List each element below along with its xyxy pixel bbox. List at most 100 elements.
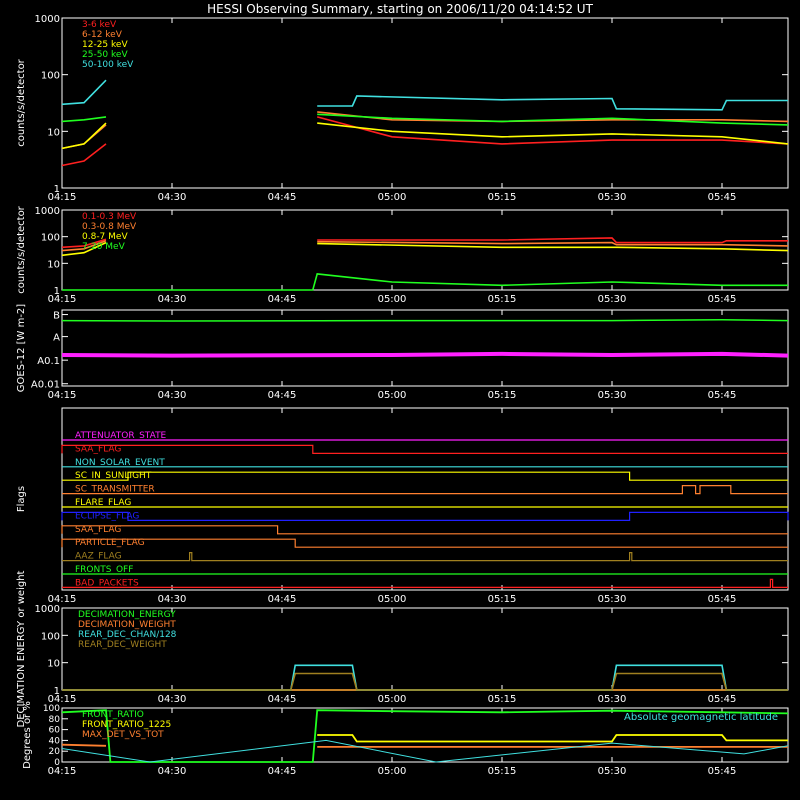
p1-legend-2: 12-25 keV [82, 40, 128, 50]
p3-xtick-label: 04:15 [48, 390, 77, 401]
p1-legend-1: 6-12 keV [82, 30, 123, 40]
p6-ytick-label: 40 [49, 736, 61, 746]
p1-ytick-label: 10 [47, 127, 60, 138]
p5-ytick-label: 10 [47, 659, 60, 670]
p1-series-1 [61, 111, 789, 150]
p4-flag-label-0: ATTENUATOR_STATE [75, 431, 167, 441]
p5-xtick-label: 05:00 [378, 694, 407, 705]
p1-series-4 [61, 79, 788, 111]
p1-xtick-label: 05:15 [488, 192, 517, 203]
p6-xtick-label: 05:45 [708, 766, 737, 777]
p6-xtick-label: 04:45 [268, 766, 297, 777]
p1-series-0 [61, 116, 789, 167]
p1-ytick-label: 1 [54, 184, 60, 195]
p2-xtick-label: 05:45 [708, 294, 737, 305]
p6-series-2 [61, 743, 788, 748]
p4-xtick-label: 04:30 [158, 594, 187, 605]
p3-xtick-label: 04:30 [158, 390, 187, 401]
p4-flag-label-3: SC_IN_SUNLIGHT [75, 471, 152, 481]
p3-xtick-label: 05:30 [598, 390, 627, 401]
p4-flag-4 [62, 485, 788, 495]
p4-xtick-label: 05:00 [378, 594, 407, 605]
p5-series-3 [62, 672, 788, 691]
p2-xtick-label: 04:45 [268, 294, 297, 305]
p6-annotation: Absolute geomagnetic latitude [624, 712, 778, 723]
p2-ytick-label: 100 [41, 233, 60, 244]
p4-flag-label-2: NON_SOLAR_EVENT [75, 458, 165, 468]
p6-ytick-label: 60 [49, 726, 61, 736]
p1-ytick-label: 100 [41, 71, 60, 82]
p4-flag-label-9: AAZ_FLAG [75, 552, 122, 562]
p5-xtick-label: 05:45 [708, 694, 737, 705]
p2-legend-3: 7-20 MeV [82, 242, 126, 252]
p6-xtick-label: 05:15 [488, 766, 517, 777]
p1-xtick-label: 04:15 [48, 192, 77, 203]
p4-flag-8 [61, 538, 788, 548]
p4-flag-label-8: PARTICLE_FLAG [75, 538, 145, 548]
p5-legend-3: REAR_DEC_WEIGHT [78, 640, 167, 650]
p4-flag-1 [61, 444, 788, 454]
p2-xtick-label: 04:15 [48, 294, 77, 305]
chart-title: HESSI Observing Summary, starting on 200… [207, 2, 593, 16]
p3-ylabel: GOES-12 [W m-2] [16, 304, 27, 392]
p2-xtick-label: 05:30 [598, 294, 627, 305]
p6-legend-2: MAX_DET_VS_TOT [82, 730, 164, 740]
p4-flag-label-11: BAD_PACKETS [75, 578, 139, 588]
p5-ytick-label: 1 [54, 686, 60, 697]
p2-xtick-label: 05:00 [378, 294, 407, 305]
p5-xtick-label: 04:30 [158, 694, 187, 705]
p3-xtick-label: 05:45 [708, 390, 737, 401]
p4-flag-6 [61, 511, 789, 521]
p4-xtick-label: 04:45 [268, 594, 297, 605]
p4-flag-label-1: SAA_FLAG [75, 444, 121, 454]
p5-series-2 [62, 664, 788, 691]
p6-xtick-label: 05:30 [598, 766, 627, 777]
p5-xtick-label: 05:30 [598, 694, 627, 705]
p2-legend-1: 0.3-0.8 MeV [82, 222, 137, 232]
p1-frame [61, 17, 789, 189]
p3-series-1 [61, 351, 789, 358]
p3-ytick-label: A [53, 333, 60, 344]
p4-flag-11 [62, 578, 788, 588]
p3-ytick-label: B [53, 311, 60, 322]
p4-xtick-label: 05:45 [708, 594, 737, 605]
p6-ytick-label: 80 [49, 715, 61, 725]
p4-frame [61, 407, 789, 591]
p4-flag-label-6: ECLIPSE_FLAG [75, 511, 139, 521]
p1-series-2 [61, 122, 789, 150]
p4-ylabel: Flags [16, 486, 27, 512]
p6-ylabel: Degrees or % [22, 701, 33, 769]
p6-series-3 [61, 739, 789, 763]
p1-legend-3: 25-50 keV [82, 50, 128, 60]
p4-xtick-label: 05:15 [488, 594, 517, 605]
p2-series-3 [62, 273, 788, 291]
p2-ytick-label: 10 [47, 259, 60, 270]
p5-legend-0: DECIMATION_ENERGY [78, 610, 176, 620]
p4-flag-9 [62, 552, 788, 562]
p4-flag-label-10: FRONTS_OFF [75, 565, 133, 575]
p3-xtick-label: 05:00 [378, 390, 407, 401]
p2-xtick-label: 04:30 [158, 294, 187, 305]
p5-legend-1: DECIMATION_WEIGHT [78, 620, 176, 630]
p2-ytick-label: 1 [54, 286, 60, 297]
p5-xtick-label: 04:45 [268, 694, 297, 705]
p2-legend-2: 0.8-7 MeV [82, 232, 128, 242]
p5-legend-2: REAR_DEC_CHAN/128 [78, 630, 177, 640]
p5-ytick-label: 1000 [35, 604, 60, 615]
p6-ytick-label: 20 [49, 747, 61, 757]
p2-ylabel: counts/s/detector [16, 205, 27, 293]
p1-xtick-label: 04:30 [158, 192, 187, 203]
p6-xtick-label: 04:30 [158, 766, 187, 777]
p2-ytick-label: 1000 [35, 206, 60, 217]
p4-xtick-label: 05:30 [598, 594, 627, 605]
p6-ytick-label: 100 [43, 704, 60, 714]
observing-summary-chart: HESSI Observing Summary, starting on 200… [16, 2, 789, 777]
p6-xtick-label: 05:00 [378, 766, 407, 777]
p6-legend-1: FRONT_RATIO_1225 [82, 720, 171, 730]
p3-xtick-label: 05:15 [488, 390, 517, 401]
p6-ytick-label: 0 [54, 758, 60, 768]
p6-series-1 [317, 734, 788, 743]
p1-xtick-label: 04:45 [268, 192, 297, 203]
p6-legend-0: FRONT_RATIO [82, 710, 144, 720]
p2-frame [61, 209, 789, 291]
